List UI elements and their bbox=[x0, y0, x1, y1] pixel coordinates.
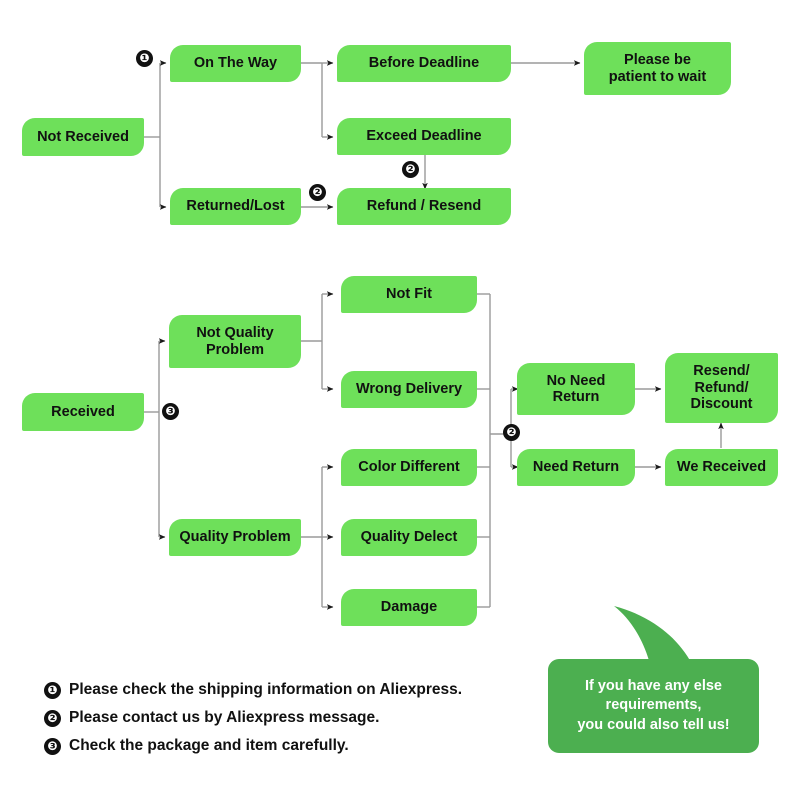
legend-badge-2-icon: ❷ bbox=[44, 709, 61, 727]
node-we-received[interactable]: We Received bbox=[665, 449, 778, 486]
callout-tail-icon bbox=[614, 606, 692, 664]
legend: ❶ Please check the shipping information … bbox=[44, 676, 462, 760]
node-please-be-patient[interactable]: Please be patient to wait bbox=[584, 42, 731, 95]
legend-item-3: ❸ Check the package and item carefully. bbox=[44, 732, 462, 760]
legend-text-3: Check the package and item carefully. bbox=[69, 737, 349, 754]
node-wrong-delivery[interactable]: Wrong Delivery bbox=[341, 371, 477, 408]
callout-bubble: If you have any else requirements, you c… bbox=[548, 659, 759, 753]
legend-item-2: ❷ Please contact us by Aliexpress messag… bbox=[44, 704, 462, 732]
flowchart-canvas: Not Received On The Way Before Deadline … bbox=[0, 0, 800, 800]
legend-badge-1-icon: ❶ bbox=[44, 681, 61, 699]
node-on-the-way[interactable]: On The Way bbox=[170, 45, 301, 82]
node-quality-problem[interactable]: Quality Problem bbox=[169, 519, 301, 556]
legend-item-1: ❶ Please check the shipping information … bbox=[44, 676, 462, 704]
node-not-received[interactable]: Not Received bbox=[22, 118, 144, 156]
legend-text-1: Please check the shipping information on… bbox=[69, 681, 463, 698]
badge-1-on-the-way: ❶ bbox=[136, 50, 153, 67]
node-need-return[interactable]: Need Return bbox=[517, 449, 635, 486]
node-quality-delect[interactable]: Quality Delect bbox=[341, 519, 477, 556]
node-damage[interactable]: Damage bbox=[341, 589, 477, 626]
node-received[interactable]: Received bbox=[22, 393, 144, 431]
badge-3-received: ❸ bbox=[162, 403, 179, 420]
node-no-need-return[interactable]: No Need Return bbox=[517, 363, 635, 415]
node-color-different[interactable]: Color Different bbox=[341, 449, 477, 486]
node-not-fit[interactable]: Not Fit bbox=[341, 276, 477, 313]
node-returned-lost[interactable]: Returned/Lost bbox=[170, 188, 301, 225]
node-exceed-deadline[interactable]: Exceed Deadline bbox=[337, 118, 511, 155]
legend-text-2: Please contact us by Aliexpress message. bbox=[69, 709, 380, 726]
badge-2-return-decision: ❷ bbox=[503, 424, 520, 441]
badge-2-exceed-deadline: ❷ bbox=[402, 161, 419, 178]
legend-badge-3-icon: ❸ bbox=[44, 737, 61, 755]
badge-2-returned-lost: ❷ bbox=[309, 184, 326, 201]
node-resend-refund-discount[interactable]: Resend/ Refund/ Discount bbox=[665, 353, 778, 423]
node-refund-resend[interactable]: Refund / Resend bbox=[337, 188, 511, 225]
node-before-deadline[interactable]: Before Deadline bbox=[337, 45, 511, 82]
node-not-quality-problem[interactable]: Not Quality Problem bbox=[169, 315, 301, 368]
